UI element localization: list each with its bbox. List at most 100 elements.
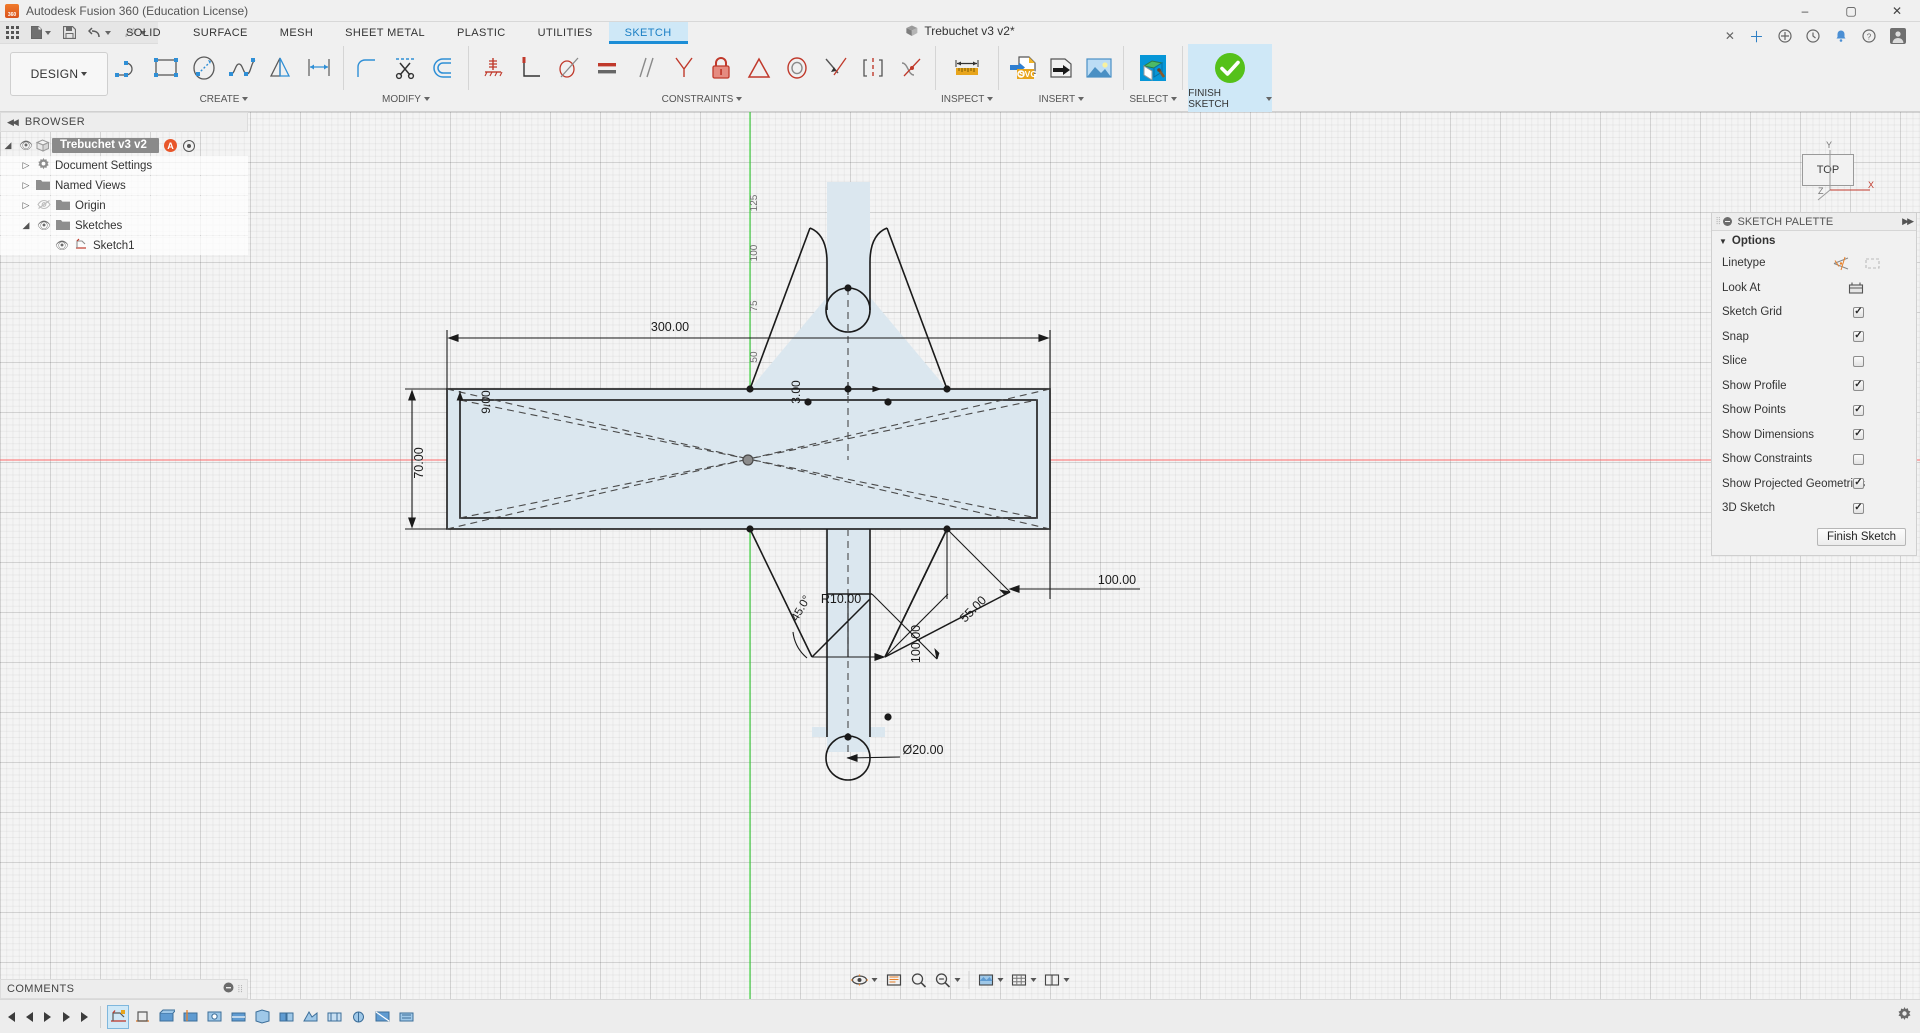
collinear-constraint-icon[interactable] [816, 46, 854, 90]
palette-row-snap[interactable]: Snap [1712, 325, 1916, 350]
visibility-eye-icon-sketch1[interactable]: 👁 [52, 239, 72, 252]
timeline-feature-7[interactable] [251, 1005, 273, 1029]
insert-image-icon[interactable] [1080, 46, 1118, 90]
expand-arrow-icon[interactable]: ◢ [0, 140, 16, 151]
timeline-feature-4[interactable] [179, 1005, 201, 1029]
slice-checkbox[interactable] [1853, 356, 1864, 367]
circle-tool-icon[interactable] [186, 46, 224, 90]
view-cube[interactable]: TOP Y X Z [1784, 132, 1880, 212]
timeline-feature-12[interactable] [371, 1005, 393, 1029]
spline-tool-icon[interactable] [224, 46, 262, 90]
palette-section-options[interactable]: ▼ Options [1712, 231, 1916, 251]
user-avatar[interactable] [1884, 25, 1912, 47]
expand-arrow-icon-origin[interactable]: ▷ [18, 200, 34, 211]
perpendicular-constraint-icon[interactable] [512, 46, 550, 90]
orbit-caret-icon[interactable] [872, 978, 878, 982]
comments-panel[interactable]: COMMENTS ⦙⦙ [0, 979, 248, 999]
palette-grip-icon[interactable]: ⦙⦙ [1716, 216, 1720, 227]
timeline-feature-11[interactable] [347, 1005, 369, 1029]
zoom-window-icon[interactable] [932, 968, 964, 992]
new-document-icon[interactable]: ＋ [1743, 25, 1770, 47]
display-settings-caret-icon[interactable] [998, 978, 1004, 982]
play-icon[interactable] [38, 1004, 57, 1030]
display-settings-icon[interactable] [975, 968, 1007, 992]
visibility-eye-off-icon[interactable] [34, 199, 54, 213]
close-button[interactable]: ✕ [1874, 0, 1920, 22]
equal-constraint-icon[interactable] [740, 46, 778, 90]
timeline-feature-3[interactable] [155, 1005, 177, 1029]
show-constraints-checkbox[interactable] [1853, 454, 1864, 465]
browser-item-document-settings[interactable]: ▷ Document Settings [0, 156, 248, 175]
group-label-inspect[interactable]: INSPECT [941, 92, 993, 106]
timeline-feature-13[interactable] [395, 1005, 417, 1029]
timeline-feature-5[interactable] [203, 1005, 225, 1029]
palette-collapse-icon[interactable] [1723, 217, 1732, 226]
visibility-eye-icon-sketches[interactable]: 👁 [34, 219, 54, 232]
timeline-feature-6[interactable] [227, 1005, 249, 1029]
new-file-icon[interactable] [25, 22, 57, 44]
look-at-icon[interactable] [1848, 281, 1864, 295]
select-tool-icon[interactable] [1134, 46, 1172, 90]
save-icon[interactable] [57, 22, 82, 44]
tab-surface[interactable]: SURFACE [177, 22, 264, 44]
palette-row-show-profile[interactable]: Show Profile [1712, 374, 1916, 399]
show-dimensions-checkbox[interactable] [1853, 429, 1864, 440]
line-tool-icon[interactable] [110, 46, 148, 90]
visibility-eye-icon[interactable]: 👁 [16, 139, 36, 152]
browser-item-sketch1[interactable]: 👁 Sketch1 [0, 236, 248, 255]
fix-ground-constraint-icon[interactable] [474, 46, 512, 90]
sketch-grid-checkbox[interactable] [1853, 307, 1864, 318]
grid-settings-icon[interactable] [1008, 968, 1040, 992]
palette-row-lookat[interactable]: Look At [1712, 276, 1916, 301]
group-label-modify[interactable]: MODIFY [349, 92, 463, 106]
palette-row-sketch-grid[interactable]: Sketch Grid [1712, 300, 1916, 325]
fillet-tool-icon[interactable] [349, 46, 387, 90]
concentric-constraint-icon[interactable] [778, 46, 816, 90]
timeline-feature-10[interactable] [323, 1005, 345, 1029]
extensions-icon[interactable] [1772, 25, 1798, 47]
parallel-constraint-icon[interactable] [626, 46, 664, 90]
app-grid-icon[interactable] [0, 22, 25, 44]
viewports-caret-icon[interactable] [1064, 978, 1070, 982]
group-label-constraints[interactable]: CONSTRAINTS [474, 92, 930, 106]
offset-tool-icon[interactable] [425, 46, 463, 90]
pan-icon[interactable] [882, 968, 906, 992]
sketch-palette-header[interactable]: ⦙⦙ SKETCH PALETTE ▶▶ [1712, 213, 1916, 231]
insert-svg-icon[interactable]: SVG [1004, 46, 1042, 90]
minimize-button[interactable]: – [1782, 0, 1828, 22]
palette-row-3d-sketch[interactable]: 3D Sketch [1712, 496, 1916, 521]
tab-sketch[interactable]: SKETCH [609, 22, 688, 44]
palette-row-show-points[interactable]: Show Points [1712, 398, 1916, 423]
show-points-checkbox[interactable] [1853, 405, 1864, 416]
expand-arrow-icon-doc[interactable]: ▷ [18, 160, 34, 171]
browser-collapse-icon[interactable]: ◀◀ [7, 117, 17, 128]
dimension-tool-icon[interactable] [300, 46, 338, 90]
curvature-constraint-icon[interactable] [892, 46, 930, 90]
tangent-constraint-icon[interactable] [550, 46, 588, 90]
linetype-construction-icon[interactable] [1864, 256, 1881, 271]
linetype-normal-icon[interactable] [1833, 256, 1850, 271]
tab-sheet-metal[interactable]: SHEET METAL [329, 22, 441, 44]
browser-item-named-views[interactable]: ▷ Named Views [0, 176, 248, 195]
viewports-icon[interactable] [1041, 968, 1073, 992]
snap-checkbox[interactable] [1853, 331, 1864, 342]
notifications-bell-icon[interactable] [1828, 25, 1854, 47]
sketch-canvas[interactable] [0, 112, 1920, 1033]
symmetry-constraint-icon[interactable] [854, 46, 892, 90]
help-icon[interactable]: ? [1856, 25, 1882, 47]
jump-to-start-icon[interactable] [0, 1004, 19, 1030]
browser-header[interactable]: ◀◀ BROWSER [0, 112, 248, 132]
browser-item-sketches[interactable]: ◢ 👁 Sketches [0, 216, 248, 235]
comments-collapse-icon[interactable] [223, 982, 234, 996]
expand-arrow-icon-sketches[interactable]: ◢ [18, 220, 34, 231]
orbit-icon[interactable] [848, 968, 881, 992]
jump-to-end-icon[interactable] [76, 1004, 95, 1030]
measure-tool-icon[interactable] [948, 46, 986, 90]
trim-tool-icon[interactable] [387, 46, 425, 90]
group-label-create[interactable]: CREATE [110, 92, 338, 106]
close-document-icon[interactable]: ✕ [1719, 25, 1741, 47]
step-back-icon[interactable] [19, 1004, 38, 1030]
tab-utilities[interactable]: UTILITIES [522, 22, 609, 44]
timeline-feature-8[interactable] [275, 1005, 297, 1029]
timeline-settings-icon[interactable] [1897, 1007, 1912, 1026]
